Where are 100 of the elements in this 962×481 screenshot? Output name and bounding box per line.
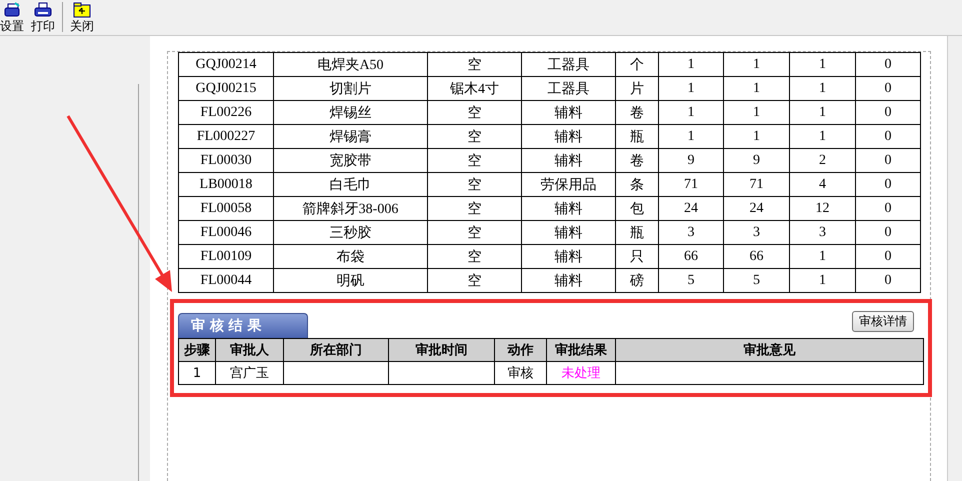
table-cell: 0 [856, 124, 920, 148]
table-cell: 9 [724, 148, 790, 172]
print-button[interactable]: 打印 [28, 0, 58, 35]
table-cell: LB00018 [178, 172, 274, 196]
table-cell: 5 [658, 268, 724, 292]
table-cell: 1 [724, 124, 790, 148]
table-cell: 辅料 [522, 220, 616, 244]
table-cell: 3 [790, 220, 856, 244]
table-cell: 空 [428, 124, 522, 148]
table-cell: 0 [856, 148, 920, 172]
table-cell: 1 [790, 268, 856, 292]
table-cell: 辅料 [522, 244, 616, 268]
table-cell: 箭牌斜牙38-006 [274, 196, 428, 220]
table-cell: GQJ00214 [178, 52, 274, 76]
table-cell: 磅 [616, 268, 658, 292]
column-header: 审批时间 [388, 338, 494, 362]
table-cell: 审核 [494, 362, 546, 384]
table-cell: 0 [856, 76, 920, 100]
column-header: 步骤 [178, 338, 216, 362]
table-cell: 1 [724, 100, 790, 124]
table-cell: FL00044 [178, 268, 274, 292]
table-cell: FL00030 [178, 148, 274, 172]
table-cell: 片 [616, 76, 658, 100]
table-cell: 3 [724, 220, 790, 244]
table-cell: 1 [790, 52, 856, 76]
table-cell: 空 [428, 52, 522, 76]
table-cell: 2 [790, 148, 856, 172]
table-cell: 空 [428, 100, 522, 124]
table-cell: 1 [658, 100, 724, 124]
table-cell: 空 [428, 220, 522, 244]
column-header: 审批人 [216, 338, 284, 362]
table-cell: 劳保用品 [522, 172, 616, 196]
table-cell: 三秒胶 [274, 220, 428, 244]
table-cell: 空 [428, 196, 522, 220]
table-cell: FL00058 [178, 196, 274, 220]
table-cell: 66 [658, 244, 724, 268]
table-cell: 明矾 [274, 268, 428, 292]
table-cell: 辅料 [522, 268, 616, 292]
section-tab[interactable]: 审 核 结 果 [178, 313, 308, 338]
table-cell: 0 [856, 268, 920, 292]
table-cell: 条 [616, 172, 658, 196]
table-cell: 5 [724, 268, 790, 292]
table-cell: 包 [616, 196, 658, 220]
table-cell: 66 [724, 244, 790, 268]
close-button[interactable]: 关闭 [67, 0, 97, 35]
table-cell: 未处理 [546, 362, 616, 384]
column-header: 审批意见 [616, 338, 924, 362]
table-cell: 1 [658, 52, 724, 76]
table-cell: 布袋 [274, 244, 428, 268]
table-cell: 1 [724, 76, 790, 100]
table-cell: 电焊夹A50 [274, 52, 428, 76]
table-cell: 个 [616, 52, 658, 76]
table-cell: 空 [428, 172, 522, 196]
table-cell: 0 [856, 196, 920, 220]
table-cell: 1 [790, 244, 856, 268]
table-cell: 1 [790, 124, 856, 148]
column-header: 动作 [494, 338, 546, 362]
details-button[interactable]: 审核详情 [852, 311, 914, 332]
settings-button[interactable]: 设置 [0, 0, 24, 35]
table-cell: 宽胶带 [274, 148, 428, 172]
table-cell: 1 [178, 362, 216, 384]
table-cell: 白毛巾 [274, 172, 428, 196]
printer-icon [34, 2, 52, 18]
table-cell: FL000227 [178, 124, 274, 148]
table-cell: 辅料 [522, 148, 616, 172]
table-cell: 宫广玉 [216, 362, 284, 384]
table-cell: 空 [428, 268, 522, 292]
table-cell: 1 [790, 76, 856, 100]
table-cell: 0 [856, 100, 920, 124]
table-cell: 切割片 [274, 76, 428, 100]
table-cell: 71 [658, 172, 724, 196]
table-cell: 24 [658, 196, 724, 220]
table-cell: 12 [790, 196, 856, 220]
table-cell: 工器具 [522, 76, 616, 100]
table-cell: 瓶 [616, 124, 658, 148]
table-cell: 24 [724, 196, 790, 220]
printer-icon [3, 2, 21, 18]
folder-icon [73, 2, 91, 18]
table-cell: 焊锡膏 [274, 124, 428, 148]
table-cell: FL00046 [178, 220, 274, 244]
table-cell: 0 [856, 220, 920, 244]
table-cell: 4 [790, 172, 856, 196]
column-header: 所在部门 [284, 338, 388, 362]
table-cell: 瓶 [616, 220, 658, 244]
table-cell: 3 [658, 220, 724, 244]
table-cell: 1 [724, 52, 790, 76]
table-cell: 空 [428, 244, 522, 268]
table-cell: 辅料 [522, 196, 616, 220]
table-cell: 1 [658, 124, 724, 148]
table-cell: 卷 [616, 148, 658, 172]
table-cell: FL00226 [178, 100, 274, 124]
column-header: 审批结果 [546, 338, 616, 362]
table-cell: 71 [724, 172, 790, 196]
table-cell: 9 [658, 148, 724, 172]
table-cell: 辅料 [522, 100, 616, 124]
table-cell: 锯木4寸 [428, 76, 522, 100]
table-cell: 卷 [616, 100, 658, 124]
table-cell: 0 [856, 244, 920, 268]
table-cell: 0 [856, 172, 920, 196]
table-cell: 1 [790, 100, 856, 124]
